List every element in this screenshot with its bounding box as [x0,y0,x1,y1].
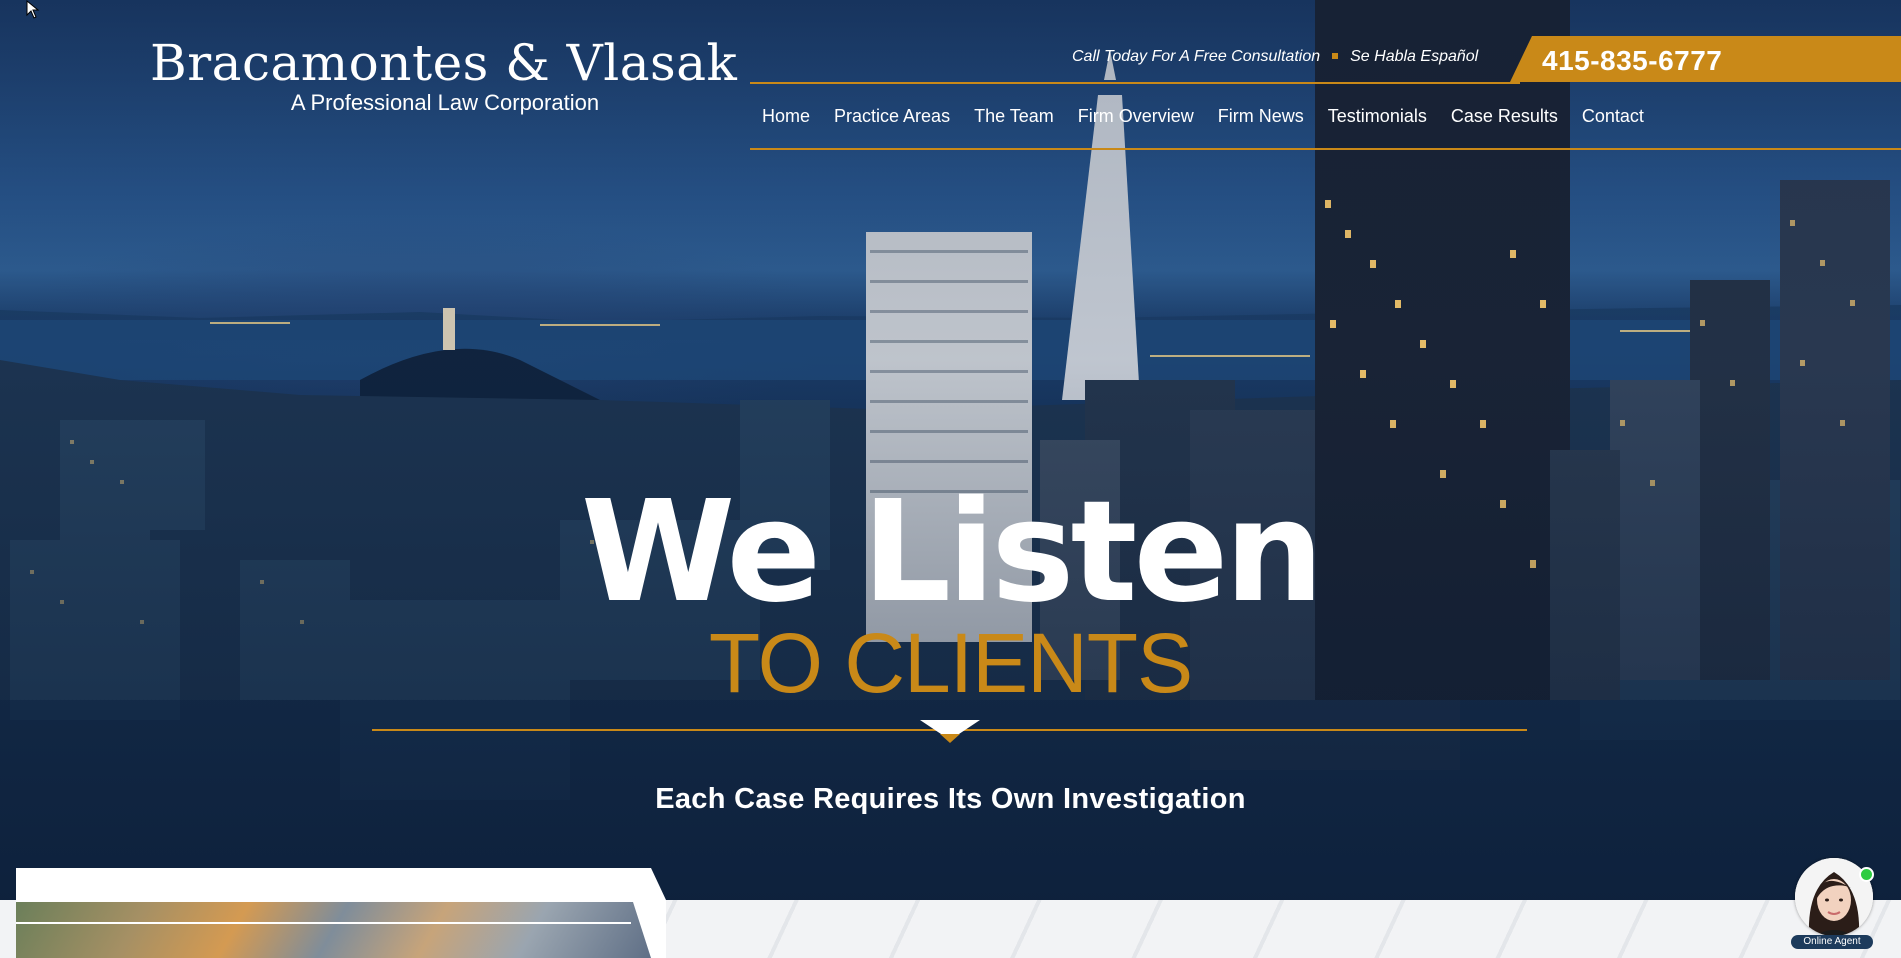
consultation-text: Call Today For A Free Consultation [1072,48,1321,65]
nav-the-team[interactable]: The Team [962,104,1066,128]
topbar-divider-line [750,82,1520,84]
phone-link[interactable]: 415-835-6777 [1542,45,1722,77]
spanish-text: Se Habla Español [1350,48,1479,65]
online-status-dot [1859,867,1874,882]
hero-subheadline: TO CLIENTS [708,616,1193,710]
agent-label: Online Agent [1791,935,1873,949]
bullet-separator [1332,52,1339,59]
hero-overlay [0,0,1901,900]
hero-tagline: Each Case Requires Its Own Investigation [655,783,1246,815]
nav-practice-areas[interactable]: Practice Areas [822,104,962,128]
phone-box[interactable]: 415-835-6777 [1510,36,1901,82]
online-agent-widget[interactable]: Online Agent [1791,858,1874,954]
nav-firm-overview[interactable]: Firm Overview [1066,104,1206,128]
hero-headline: We Listen [580,471,1324,634]
nav-contact[interactable]: Contact [1570,104,1656,128]
nav-testimonials[interactable]: Testimonials [1316,104,1439,128]
photo-frame-line [16,922,631,924]
consultation-tagline: Call Today For A Free Consultation Se Hab… [1072,48,1478,66]
chevron-accent-icon [940,734,960,743]
top-bar: Call Today For A Free Consultation Se Hab… [0,30,1901,82]
city-photo-thumbnail [16,902,651,958]
nav-case-results[interactable]: Case Results [1439,104,1570,128]
main-nav: Home Practice Areas The Team Firm Overvi… [750,104,1656,128]
hero-section [0,0,1901,900]
mouse-cursor-icon [26,0,40,19]
nav-firm-news[interactable]: Firm News [1206,104,1316,128]
nav-home[interactable]: Home [750,104,822,128]
nav-underline [750,148,1901,150]
